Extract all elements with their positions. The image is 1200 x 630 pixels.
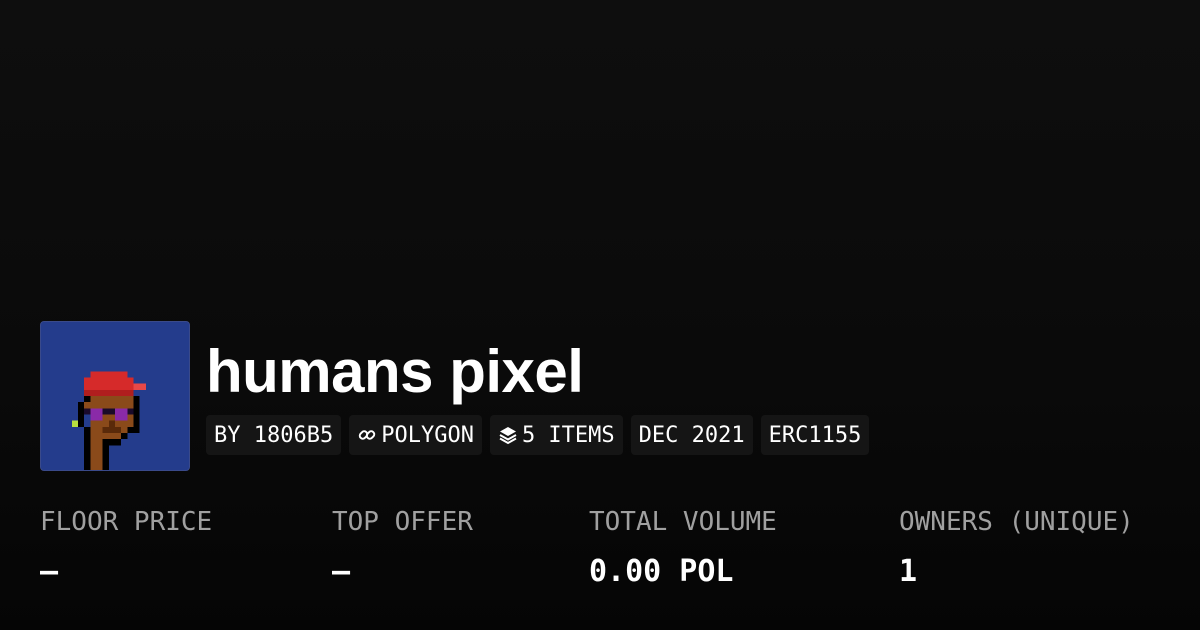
owners-value: 1 bbox=[899, 554, 918, 589]
chain-label: POLYGON bbox=[381, 422, 474, 448]
items-label: 5 ITEMS bbox=[521, 422, 615, 448]
floor-price-label: FLOOR PRICE bbox=[40, 507, 213, 537]
creator-label: BY 1806B5 bbox=[214, 422, 334, 448]
standard-label: ERC1155 bbox=[768, 422, 862, 448]
collection-stats: FLOOR PRICE – TOP OFFER – TOTAL VOLUME 0… bbox=[40, 500, 1180, 600]
layers-icon bbox=[498, 425, 518, 445]
total-volume-label: TOTAL VOLUME bbox=[589, 507, 777, 537]
date-badge: DEC 2021 bbox=[630, 415, 753, 455]
floor-price-stat: FLOOR PRICE – bbox=[40, 500, 212, 600]
owners-stat: OWNERS (UNIQUE) 1 bbox=[899, 500, 1134, 600]
items-badge[interactable]: 5 ITEMS bbox=[489, 415, 623, 455]
owners-label: OWNERS (UNIQUE) bbox=[899, 507, 1134, 537]
collection-badges: BY 1806B5 POLYGON 5 ITEMS DEC 2021 ERC11… bbox=[206, 415, 870, 455]
total-volume-stat: TOTAL VOLUME 0.00 POL bbox=[589, 500, 777, 600]
top-offer-stat: TOP OFFER – bbox=[332, 500, 473, 600]
creator-badge[interactable]: BY 1806B5 bbox=[206, 415, 342, 455]
pixel-avatar-image bbox=[41, 322, 189, 470]
date-label: DEC 2021 bbox=[638, 422, 745, 448]
collection-title: humans pixel bbox=[206, 338, 584, 405]
top-offer-value: – bbox=[332, 554, 351, 589]
total-volume-value: 0.00 POL bbox=[589, 554, 734, 589]
polygon-link-icon bbox=[357, 425, 377, 445]
collection-avatar bbox=[40, 321, 190, 471]
top-offer-label: TOP OFFER bbox=[332, 507, 473, 537]
standard-badge: ERC1155 bbox=[760, 415, 870, 455]
floor-price-value: – bbox=[40, 554, 59, 589]
chain-badge[interactable]: POLYGON bbox=[349, 415, 482, 455]
